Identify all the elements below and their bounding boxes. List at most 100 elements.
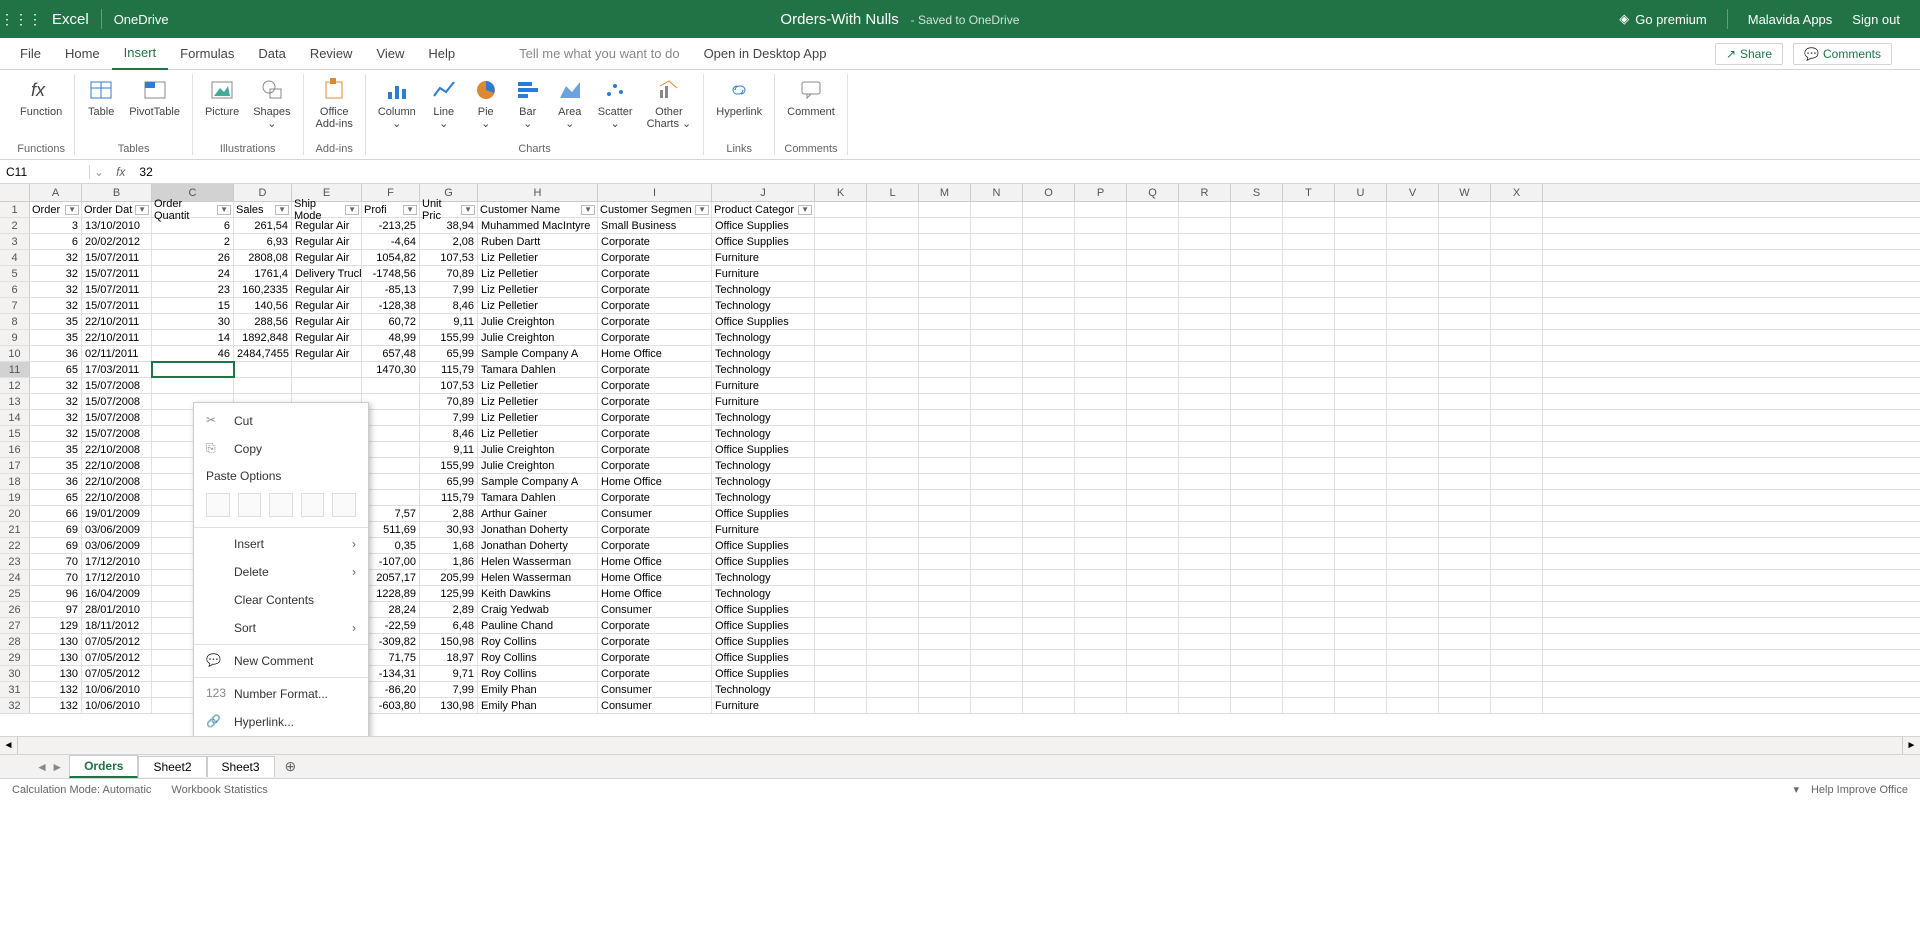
cell[interactable] <box>1387 586 1439 601</box>
cell[interactable]: Technology <box>712 490 815 505</box>
row-header[interactable]: 12 <box>0 378 30 393</box>
tab-view[interactable]: View <box>364 38 416 70</box>
cell[interactable]: 10/06/2010 <box>82 682 152 697</box>
cell[interactable] <box>1179 410 1231 425</box>
cell[interactable] <box>971 602 1023 617</box>
tab-help[interactable]: Help <box>416 38 467 70</box>
cell[interactable] <box>1491 250 1543 265</box>
cell[interactable]: 9,71 <box>420 666 478 681</box>
cell[interactable] <box>1179 538 1231 553</box>
formula-input[interactable]: 32 <box>133 165 1920 179</box>
cell[interactable] <box>1023 586 1075 601</box>
cell[interactable] <box>971 234 1023 249</box>
cell[interactable] <box>1439 426 1491 441</box>
cell[interactable] <box>1283 362 1335 377</box>
cell[interactable] <box>1283 234 1335 249</box>
tab-file[interactable]: File <box>8 38 53 70</box>
cell[interactable]: Furniture <box>712 698 815 713</box>
table-header[interactable]: Unit Pric▼ <box>420 202 478 218</box>
cell[interactable] <box>919 250 971 265</box>
cell[interactable] <box>1283 282 1335 297</box>
cell[interactable] <box>1231 506 1283 521</box>
cell[interactable]: 70 <box>30 570 82 585</box>
shapes-button[interactable]: Shapes⌄ <box>249 74 294 132</box>
cell[interactable] <box>1387 410 1439 425</box>
cell[interactable]: -128,38 <box>362 298 420 313</box>
cell[interactable] <box>1231 314 1283 329</box>
cell[interactable] <box>1127 506 1179 521</box>
cell[interactable] <box>1335 506 1387 521</box>
cell[interactable] <box>1231 410 1283 425</box>
cell[interactable] <box>1179 490 1231 505</box>
cell[interactable] <box>1283 426 1335 441</box>
scatter-chart-button[interactable]: Scatter⌄ <box>594 74 637 132</box>
cell[interactable]: Technology <box>712 298 815 313</box>
tab-formulas[interactable]: Formulas <box>168 38 246 70</box>
cell[interactable]: Technology <box>712 570 815 585</box>
cell[interactable] <box>1283 378 1335 393</box>
cell[interactable]: Liz Pelletier <box>478 410 598 425</box>
cell[interactable] <box>1335 378 1387 393</box>
table-header[interactable]: Customer Segmen▼ <box>598 202 712 218</box>
cell[interactable] <box>1231 586 1283 601</box>
cell[interactable] <box>971 426 1023 441</box>
cell[interactable] <box>1283 314 1335 329</box>
cell[interactable] <box>1023 426 1075 441</box>
cell[interactable] <box>1075 554 1127 569</box>
cell[interactable] <box>1231 698 1283 713</box>
cell[interactable]: Corporate <box>598 250 712 265</box>
cell[interactable] <box>362 394 420 409</box>
cell[interactable] <box>1179 234 1231 249</box>
cell[interactable]: Furniture <box>712 394 815 409</box>
cell[interactable] <box>971 458 1023 473</box>
cell[interactable] <box>867 506 919 521</box>
cell[interactable]: 10/06/2010 <box>82 698 152 713</box>
cell[interactable] <box>1283 346 1335 361</box>
column-header-A[interactable]: A <box>30 184 82 201</box>
cell[interactable]: 32 <box>30 426 82 441</box>
cell[interactable] <box>815 522 867 537</box>
cell[interactable]: Consumer <box>598 698 712 713</box>
cell[interactable] <box>1439 570 1491 585</box>
cell[interactable] <box>815 666 867 681</box>
column-header-T[interactable]: T <box>1283 184 1335 201</box>
cell[interactable]: Consumer <box>598 506 712 521</box>
cell[interactable] <box>1439 394 1491 409</box>
cell[interactable]: Roy Collins <box>478 666 598 681</box>
cell[interactable] <box>1335 410 1387 425</box>
cell[interactable]: 7,99 <box>420 282 478 297</box>
cell[interactable] <box>1491 394 1543 409</box>
cell[interactable] <box>971 282 1023 297</box>
row-header[interactable]: 22 <box>0 538 30 553</box>
cell[interactable] <box>362 458 420 473</box>
share-button[interactable]: ↗Share <box>1715 43 1783 65</box>
row-header[interactable]: 4 <box>0 250 30 265</box>
cell[interactable]: 65,99 <box>420 346 478 361</box>
cell[interactable] <box>1127 314 1179 329</box>
cell[interactable] <box>1179 682 1231 697</box>
feedback-dropdown-icon[interactable]: ▾ <box>1793 783 1799 796</box>
cell[interactable] <box>1491 410 1543 425</box>
cell[interactable] <box>1179 330 1231 345</box>
cell[interactable] <box>1491 426 1543 441</box>
cell[interactable]: 03/06/2009 <box>82 538 152 553</box>
cell[interactable]: Jonathan Doherty <box>478 538 598 553</box>
cell[interactable]: -22,59 <box>362 618 420 633</box>
cell[interactable] <box>1179 650 1231 665</box>
cell[interactable] <box>1231 330 1283 345</box>
cell[interactable] <box>1179 314 1231 329</box>
cell[interactable]: 6,93 <box>234 234 292 249</box>
cell[interactable] <box>1387 394 1439 409</box>
cell[interactable]: Corporate <box>598 378 712 393</box>
column-headers[interactable]: ABCDEFGHIJKLMNOPQRSTUVWX <box>0 184 1920 202</box>
cell[interactable] <box>1491 298 1543 313</box>
cell[interactable] <box>1387 474 1439 489</box>
cell[interactable]: 657,48 <box>362 346 420 361</box>
cell[interactable]: Corporate <box>598 618 712 633</box>
cell[interactable]: 288,56 <box>234 314 292 329</box>
context-format[interactable]: 123Number Format... <box>194 680 368 708</box>
cell[interactable]: 66 <box>30 506 82 521</box>
cell[interactable] <box>362 410 420 425</box>
column-header-W[interactable]: W <box>1439 184 1491 201</box>
cell[interactable]: Furniture <box>712 522 815 537</box>
